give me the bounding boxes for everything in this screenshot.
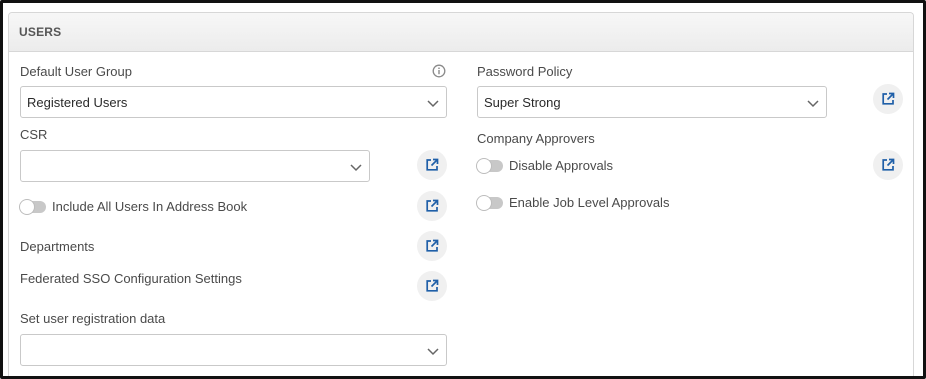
chevron-down-icon xyxy=(427,100,439,108)
user-registration-label: Set user registration data xyxy=(20,311,166,326)
toggle-knob xyxy=(477,159,491,173)
user-registration-select[interactable] xyxy=(20,334,447,366)
chevron-down-icon xyxy=(807,100,819,108)
external-link-icon xyxy=(426,239,439,252)
password-policy-label: Password Policy xyxy=(477,64,573,79)
external-link-icon xyxy=(426,158,439,171)
external-link-icon xyxy=(882,92,895,105)
csr-label: CSR xyxy=(20,127,48,142)
default-user-group-select[interactable]: Registered Users xyxy=(20,86,447,118)
include-all-users-toggle[interactable] xyxy=(20,200,46,214)
csr-select[interactable] xyxy=(20,150,370,182)
company-approvers-label: Company Approvers xyxy=(477,131,595,146)
disable-approvals-toggle[interactable] xyxy=(477,159,503,173)
federated-sso-open-button[interactable] xyxy=(417,271,447,301)
password-policy-select[interactable]: Super Strong xyxy=(477,86,827,118)
external-link-icon xyxy=(882,158,895,171)
default-user-group-value: Registered Users xyxy=(27,94,128,110)
chevron-down-icon xyxy=(427,348,439,356)
company-approvers-open-button[interactable] xyxy=(873,150,903,180)
include-all-users-label: Include All Users In Address Book xyxy=(52,199,248,214)
departments-label: Departments xyxy=(20,239,95,254)
default-user-group-label: Default User Group xyxy=(20,64,132,79)
disable-approvals-label: Disable Approvals xyxy=(509,158,614,173)
external-link-icon xyxy=(426,199,439,212)
job-level-approvals-toggle[interactable] xyxy=(477,196,503,210)
toggle-knob xyxy=(20,200,34,214)
section-header: USERS xyxy=(9,13,913,52)
include-all-users-open-button[interactable] xyxy=(417,191,447,221)
departments-open-button[interactable] xyxy=(417,231,447,261)
password-policy-value: Super Strong xyxy=(484,94,561,110)
external-link-icon xyxy=(426,279,439,292)
info-icon[interactable] xyxy=(432,64,446,78)
section-title: USERS xyxy=(19,25,62,39)
password-policy-open-button[interactable] xyxy=(873,84,903,114)
chevron-down-icon xyxy=(350,164,362,172)
job-level-approvals-label: Enable Job Level Approvals xyxy=(509,195,670,210)
federated-sso-label: Federated SSO Configuration Settings xyxy=(20,271,242,286)
toggle-knob xyxy=(477,196,491,210)
csr-open-button[interactable] xyxy=(417,150,447,180)
